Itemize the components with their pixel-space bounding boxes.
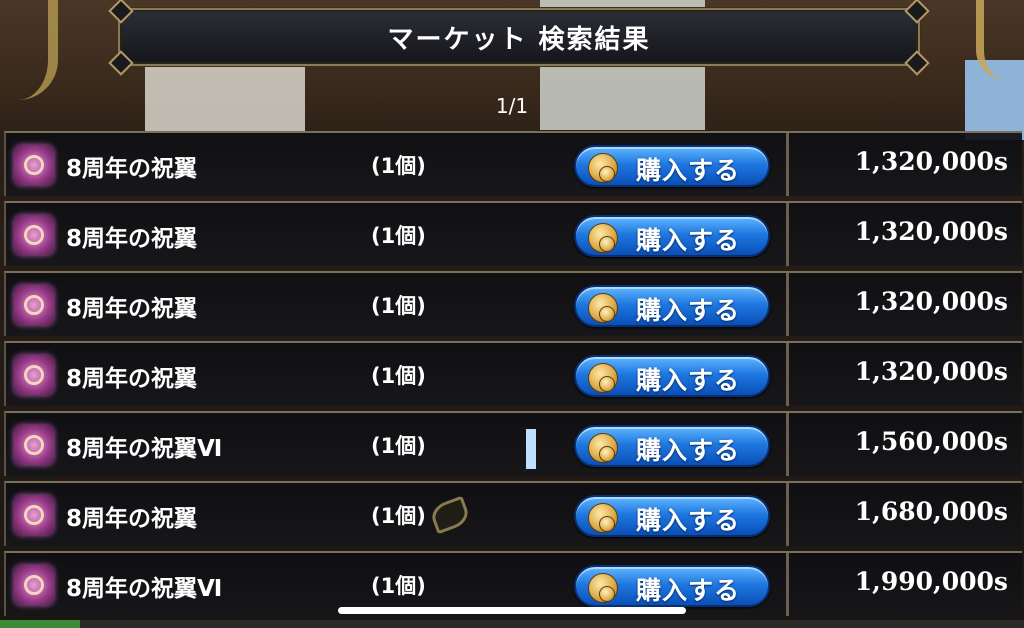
wing-item-icon [14, 285, 54, 325]
buy-button[interactable]: 購入する [574, 145, 770, 187]
column-divider [786, 553, 789, 616]
item-quantity: (1個) [371, 434, 426, 458]
buy-button[interactable]: 購入する [574, 565, 770, 607]
buy-button[interactable]: 購入する [574, 285, 770, 327]
coin-icon [588, 433, 618, 463]
column-divider [786, 273, 789, 336]
wing-item-icon [14, 355, 54, 395]
item-quantity: (1個) [371, 154, 426, 178]
listing-row: 8周年の祝翼 (1個) 購入する 1,320,000s [4, 341, 1022, 406]
item-quantity: (1個) [371, 504, 426, 528]
buy-button-label: 購入する [636, 436, 741, 465]
scroll-cursor [526, 429, 536, 469]
item-name: 8周年の祝翼 [66, 296, 198, 322]
market-screen: マーケット 検索結果 1/1 8周年の祝翼 (1個) 購入する 1,320,00… [0, 0, 1024, 628]
item-price: 1,320,000s [854, 357, 1008, 386]
coin-icon [588, 573, 618, 603]
listing-row: 8周年の祝翼Ⅵ (1個) 購入する 1,560,000s [4, 411, 1022, 476]
column-divider [786, 133, 789, 196]
coin-icon [588, 363, 618, 393]
listing-row: 8周年の祝翼 (1個) 購入する 1,320,000s [4, 201, 1022, 266]
buy-button-label: 購入する [636, 296, 741, 325]
coin-icon [588, 153, 618, 183]
wing-item-icon [14, 425, 54, 465]
bottom-status-bar [0, 620, 1024, 628]
listing-row: 8周年の祝翼 (1個) 購入する 1,320,000s [4, 271, 1022, 336]
buy-button[interactable]: 購入する [574, 425, 770, 467]
item-price: 1,990,000s [854, 567, 1008, 596]
item-name: 8周年の祝翼 [66, 226, 198, 252]
listing-row: 8周年の祝翼 (1個) 購入する 1,320,000s [4, 131, 1022, 196]
column-divider [786, 413, 789, 476]
page-title: マーケット 検索結果 [387, 24, 651, 55]
item-quantity: (1個) [371, 294, 426, 318]
buy-button-label: 購入する [636, 226, 741, 255]
buy-button-label: 購入する [636, 506, 741, 535]
item-price: 1,320,000s [854, 217, 1008, 246]
column-divider [786, 343, 789, 406]
buy-button-label: 購入する [636, 156, 741, 185]
item-quantity: (1個) [371, 574, 426, 598]
item-name: 8周年の祝翼Ⅵ [66, 576, 223, 602]
coin-icon [588, 223, 618, 253]
listing-row: 8周年の祝翼 (1個) 購入する 1,680,000s [4, 481, 1022, 546]
item-price: 1,680,000s [854, 497, 1008, 526]
item-price: 1,320,000s [854, 147, 1008, 176]
item-quantity: (1個) [371, 224, 426, 248]
item-name: 8周年の祝翼 [66, 366, 198, 392]
home-indicator[interactable] [338, 607, 686, 614]
coin-icon [588, 503, 618, 533]
title-bar: マーケット 検索結果 [108, 0, 930, 76]
leaf-icon [428, 495, 472, 535]
wing-item-icon [14, 145, 54, 185]
column-divider [786, 203, 789, 266]
page-indicator: 1/1 [495, 94, 529, 118]
item-quantity: (1個) [371, 364, 426, 388]
wing-item-icon [14, 495, 54, 535]
background-poster [145, 62, 305, 132]
buy-button[interactable]: 購入する [574, 215, 770, 257]
item-name: 8周年の祝翼Ⅵ [66, 436, 223, 462]
background-ornament [976, 0, 1024, 80]
buy-button-label: 購入する [636, 576, 741, 605]
buy-button-label: 購入する [636, 366, 741, 395]
coin-icon [588, 293, 618, 323]
buy-button[interactable]: 購入する [574, 355, 770, 397]
item-price: 1,320,000s [854, 287, 1008, 316]
column-divider [786, 483, 789, 546]
listing-list: 8周年の祝翼 (1個) 購入する 1,320,000s 8周年の祝翼 (1個) … [0, 131, 1024, 621]
buy-button[interactable]: 購入する [574, 495, 770, 537]
item-name: 8周年の祝翼 [66, 506, 198, 532]
item-price: 1,560,000s [854, 427, 1008, 456]
wing-item-icon [14, 215, 54, 255]
wing-item-icon [14, 565, 54, 605]
item-name: 8周年の祝翼 [66, 156, 198, 182]
